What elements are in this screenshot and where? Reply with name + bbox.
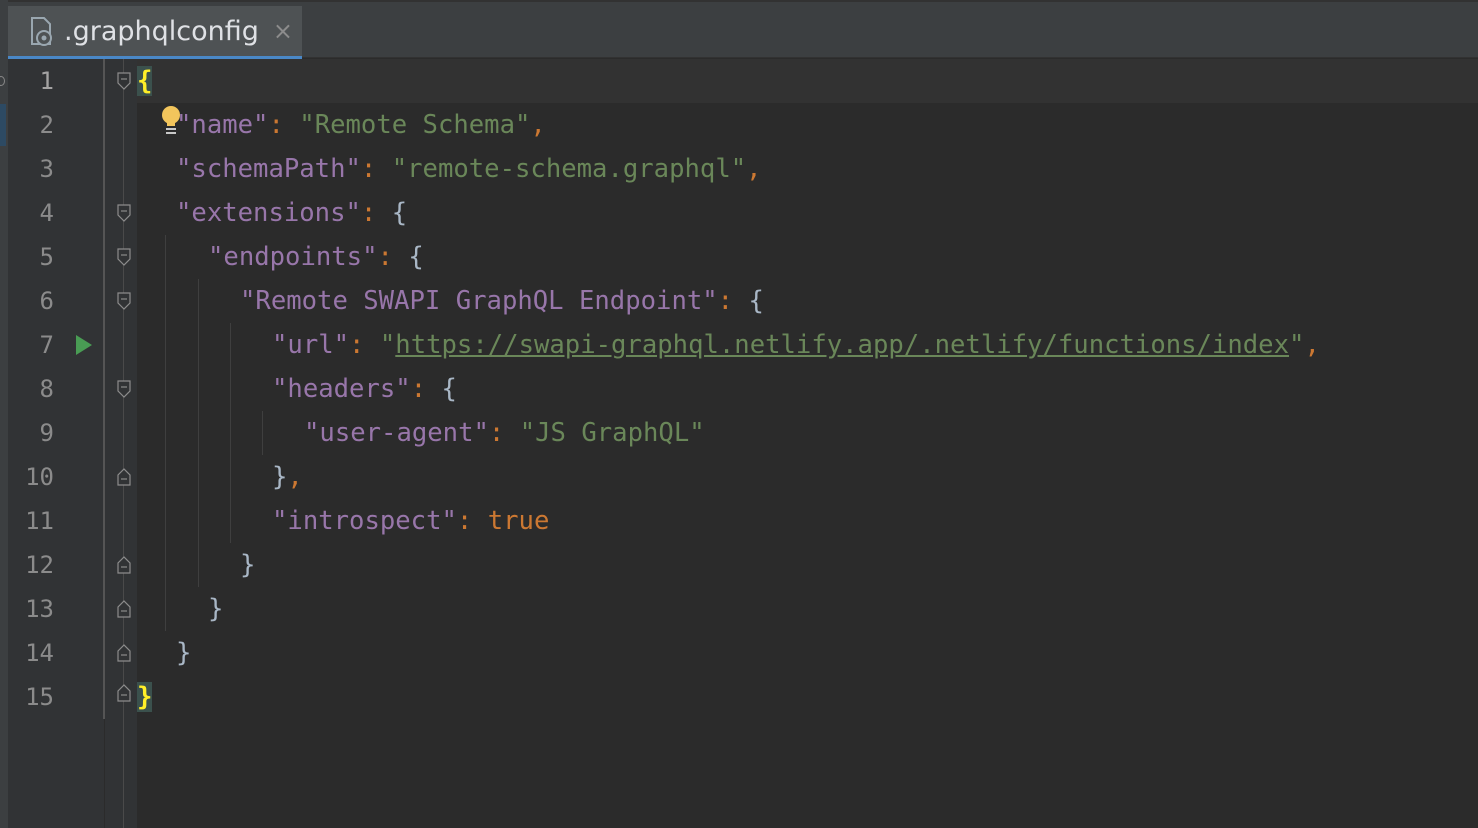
brace: }	[208, 594, 224, 624]
json-string: "JS GraphQL"	[519, 418, 705, 448]
json-key: "Remote SWAPI GraphQL Endpoint"	[240, 286, 718, 316]
colon: :	[717, 286, 749, 316]
line-number: 14	[25, 639, 54, 667]
tab-graphqlconfig[interactable]: .graphqlconfig ×	[8, 6, 302, 60]
line-number: 15	[25, 683, 54, 711]
code-line-14: }	[176, 631, 191, 675]
json-key: "schemaPath"	[176, 154, 361, 184]
code-line-8: "headers": {	[272, 367, 457, 411]
json-key: "introspect"	[272, 506, 457, 536]
line-number: 10	[25, 463, 54, 491]
comma: ,	[746, 154, 762, 184]
current-line-highlight	[137, 59, 1478, 103]
indent-guide	[262, 411, 263, 455]
fold-end-marker-icon[interactable]	[117, 468, 131, 486]
line-number: 6	[39, 287, 54, 315]
tab-label: .graphqlconfig	[64, 15, 259, 47]
brace: {	[391, 198, 408, 228]
json-string: "Remote Schema"	[299, 110, 531, 140]
code-line-9: "user-agent": "JS GraphQL"	[304, 411, 705, 455]
quote: "	[1289, 330, 1305, 360]
code-line-15: }	[137, 675, 153, 719]
line-number: 5	[39, 243, 54, 271]
line-number: 11	[25, 507, 54, 535]
brace: }	[272, 462, 288, 492]
json-string: "remote-schema.graphql"	[391, 154, 747, 184]
code-line-2: "name": "Remote Schema",	[176, 103, 546, 147]
line-number: 13	[25, 595, 54, 623]
quote: "	[379, 330, 396, 360]
fold-marker-icon[interactable]	[117, 72, 131, 90]
json-key: "name"	[176, 110, 269, 140]
json-key: "extensions"	[176, 198, 361, 228]
colon: :	[456, 506, 488, 536]
run-arrow-icon[interactable]	[74, 333, 94, 357]
graphql-config-file-icon	[28, 14, 58, 48]
code-line-10: },	[272, 455, 303, 499]
fold-end-marker-icon[interactable]	[117, 600, 131, 618]
code-line-6: "Remote SWAPI GraphQL Endpoint": {	[240, 279, 764, 323]
line-number: 1	[39, 67, 54, 95]
colon: :	[488, 418, 520, 448]
url-link[interactable]: https://swapi-graphql.netlify.app/.netli…	[395, 330, 1289, 360]
code-line-1: {	[137, 59, 153, 103]
fold-end-marker-icon[interactable]	[117, 644, 131, 662]
code-line-4: "extensions": {	[176, 191, 407, 235]
fold-marker-icon[interactable]	[117, 204, 131, 222]
brace: {	[137, 66, 153, 96]
colon: :	[360, 154, 392, 184]
line-number: 9	[39, 419, 54, 447]
colon: :	[377, 242, 409, 272]
strip-indicator	[0, 76, 5, 86]
line-number: 8	[39, 375, 54, 403]
json-key: "headers"	[272, 374, 411, 404]
code-line-7: "url": "https://swapi-graphql.netlify.ap…	[272, 323, 1320, 367]
colon: :	[268, 110, 300, 140]
close-tab-icon[interactable]: ×	[273, 17, 293, 45]
code-line-12: }	[240, 543, 255, 587]
comma: ,	[287, 462, 303, 492]
json-key: "user-agent"	[304, 418, 489, 448]
colon: :	[410, 374, 442, 404]
code-line-5: "endpoints": {	[208, 235, 424, 279]
json-key: "url"	[272, 330, 350, 360]
fold-marker-icon[interactable]	[117, 292, 131, 310]
indent-guide	[198, 279, 199, 587]
json-boolean: true	[487, 506, 550, 536]
editor-tab-bar: .graphqlconfig ×	[8, 0, 1478, 60]
brace: {	[441, 374, 457, 404]
colon: :	[360, 198, 392, 228]
brace: }	[137, 682, 153, 712]
comma: ,	[530, 110, 546, 140]
line-number: 4	[39, 199, 54, 227]
comma: ,	[1304, 330, 1320, 360]
fold-marker-icon[interactable]	[117, 248, 131, 266]
code-line-11: "introspect": true	[272, 499, 549, 543]
code-line-13: }	[208, 587, 223, 631]
brace: {	[408, 242, 424, 272]
brace: }	[176, 638, 192, 668]
line-number: 3	[39, 155, 54, 183]
colon: :	[349, 330, 380, 360]
code-editor[interactable]: 1 2 3 4 5 6 7 8 9 10 11 12 13 14 15 { "n…	[8, 59, 1478, 828]
fold-end-marker-icon[interactable]	[117, 684, 131, 702]
fold-marker-icon[interactable]	[117, 380, 131, 398]
vcs-change-marker	[103, 59, 105, 719]
fold-end-marker-icon[interactable]	[117, 556, 131, 574]
line-number: 12	[25, 551, 54, 579]
brace: {	[748, 286, 764, 316]
strip-selection-mark	[0, 104, 6, 146]
brace: }	[240, 550, 256, 580]
code-line-3: "schemaPath": "remote-schema.graphql",	[176, 147, 762, 191]
line-number: 7	[39, 331, 54, 359]
indent-guide	[230, 323, 231, 543]
line-number: 2	[39, 111, 54, 139]
fold-gutter	[105, 59, 137, 828]
indent-guide	[165, 235, 166, 631]
json-key: "endpoints"	[208, 242, 378, 272]
